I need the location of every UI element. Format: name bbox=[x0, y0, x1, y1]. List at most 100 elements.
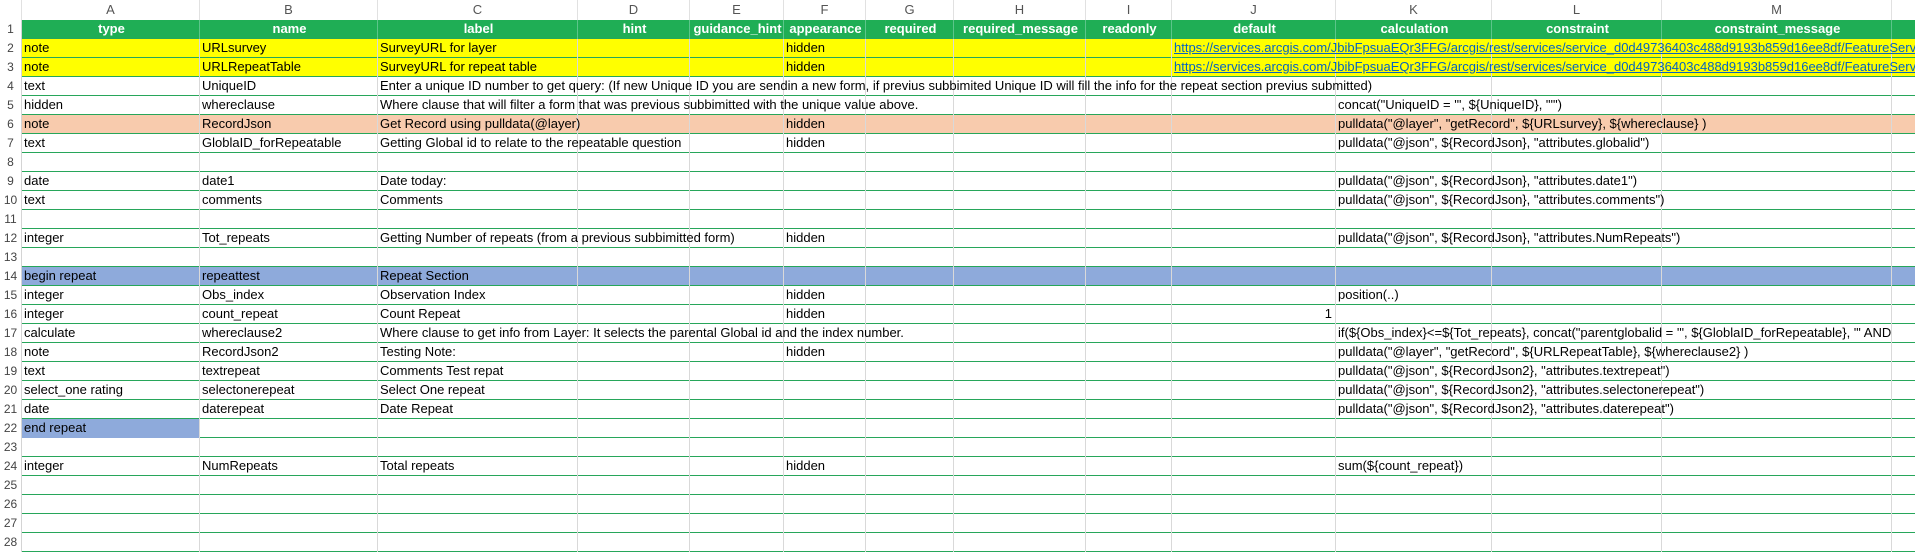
cell-f16[interactable]: hidden bbox=[784, 305, 866, 324]
cell-b8[interactable] bbox=[200, 153, 378, 172]
cell-m13[interactable] bbox=[1662, 248, 1892, 267]
cell-l15[interactable] bbox=[1492, 286, 1662, 305]
cell-m10[interactable] bbox=[1662, 191, 1892, 210]
cell-g19[interactable] bbox=[866, 362, 954, 381]
cell-m5[interactable] bbox=[1662, 96, 1892, 115]
cell-k15[interactable]: position(..) bbox=[1336, 286, 1492, 305]
cell-f27[interactable] bbox=[784, 514, 866, 533]
cell-h9[interactable] bbox=[954, 172, 1086, 191]
cell-b13[interactable] bbox=[200, 248, 378, 267]
cell-e8[interactable] bbox=[690, 153, 784, 172]
cell-m11[interactable] bbox=[1662, 210, 1892, 229]
cell-e26[interactable] bbox=[690, 495, 784, 514]
cell-k28[interactable] bbox=[1336, 533, 1492, 552]
row-number[interactable]: 20 bbox=[0, 381, 22, 400]
cell-e2[interactable] bbox=[690, 39, 784, 58]
header-cell-required[interactable]: required bbox=[866, 20, 954, 39]
cell-l14[interactable] bbox=[1492, 267, 1662, 286]
cell-a24[interactable]: integer bbox=[22, 457, 200, 476]
cell-e23[interactable] bbox=[690, 438, 784, 457]
cell-g24[interactable] bbox=[866, 457, 954, 476]
cell-i20[interactable] bbox=[1086, 381, 1172, 400]
cell-j6[interactable] bbox=[1172, 115, 1336, 134]
cell-e13[interactable] bbox=[690, 248, 784, 267]
cell-g27[interactable] bbox=[866, 514, 954, 533]
row-number[interactable]: 6 bbox=[0, 115, 22, 134]
header-cell-readonly[interactable]: readonly bbox=[1086, 20, 1172, 39]
cell-c17[interactable]: Where clause to get info from Layer: It … bbox=[378, 324, 904, 343]
cell-m19[interactable] bbox=[1662, 362, 1892, 381]
cell-j12[interactable] bbox=[1172, 229, 1336, 248]
cell-b12[interactable]: Tot_repeats bbox=[200, 229, 378, 248]
cell-f22[interactable] bbox=[784, 419, 866, 438]
cell-g8[interactable] bbox=[866, 153, 954, 172]
cell-j8[interactable] bbox=[1172, 153, 1336, 172]
header-cell-default[interactable]: default bbox=[1172, 20, 1336, 39]
cell-c25[interactable] bbox=[378, 476, 578, 495]
cell-m23[interactable] bbox=[1662, 438, 1892, 457]
cell-i16[interactable] bbox=[1086, 305, 1172, 324]
cell-d28[interactable] bbox=[578, 533, 690, 552]
row-number[interactable]: 2 bbox=[0, 39, 22, 58]
cell-l27[interactable] bbox=[1492, 514, 1662, 533]
cell-h28[interactable] bbox=[954, 533, 1086, 552]
cell-k19[interactable]: pulldata("@json", ${RecordJson2}, "attri… bbox=[1336, 362, 1670, 381]
cell-e24[interactable] bbox=[690, 457, 784, 476]
cell-i22[interactable] bbox=[1086, 419, 1172, 438]
cell-d19[interactable] bbox=[578, 362, 690, 381]
cell-d2[interactable] bbox=[578, 39, 690, 58]
cell-f11[interactable] bbox=[784, 210, 866, 229]
cell-g23[interactable] bbox=[866, 438, 954, 457]
cell-k25[interactable] bbox=[1336, 476, 1492, 495]
cell-g16[interactable] bbox=[866, 305, 954, 324]
cell-a6[interactable]: note bbox=[22, 115, 200, 134]
cell-m25[interactable] bbox=[1662, 476, 1892, 495]
cell-e27[interactable] bbox=[690, 514, 784, 533]
cell-l4[interactable] bbox=[1492, 77, 1662, 96]
cell-f6[interactable]: hidden bbox=[784, 115, 866, 134]
cell-h14[interactable] bbox=[954, 267, 1086, 286]
cell-a22[interactable]: end repeat bbox=[22, 419, 200, 438]
cell-n10[interactable] bbox=[1892, 191, 1915, 210]
cell-a17[interactable]: calculate bbox=[22, 324, 200, 343]
cell-h21[interactable] bbox=[954, 400, 1086, 419]
cell-n22[interactable] bbox=[1892, 419, 1915, 438]
cell-c28[interactable] bbox=[378, 533, 578, 552]
cell-c14[interactable]: Repeat Section bbox=[378, 267, 578, 286]
cell-a27[interactable] bbox=[22, 514, 200, 533]
row-number[interactable]: 16 bbox=[0, 305, 22, 324]
cell-g12[interactable] bbox=[866, 229, 954, 248]
cell-i24[interactable] bbox=[1086, 457, 1172, 476]
cell-j11[interactable] bbox=[1172, 210, 1336, 229]
cell-b23[interactable] bbox=[200, 438, 378, 457]
cell-h19[interactable] bbox=[954, 362, 1086, 381]
cell-b3[interactable]: URLRepeatTable bbox=[200, 58, 378, 77]
cell-j25[interactable] bbox=[1172, 476, 1336, 495]
cell-a4[interactable]: text bbox=[22, 77, 200, 96]
cell-i8[interactable] bbox=[1086, 153, 1172, 172]
cell-l16[interactable] bbox=[1492, 305, 1662, 324]
cell-e20[interactable] bbox=[690, 381, 784, 400]
cell-h27[interactable] bbox=[954, 514, 1086, 533]
column-header-n[interactable]: N bbox=[1892, 0, 1915, 20]
cell-j21[interactable] bbox=[1172, 400, 1336, 419]
cell-n28[interactable] bbox=[1892, 533, 1915, 552]
cell-k9[interactable]: pulldata("@json", ${RecordJson}, "attrib… bbox=[1336, 172, 1637, 191]
hyperlink[interactable]: https://services.arcgis.com/JbibFpsuaEQr… bbox=[1174, 59, 1915, 74]
cell-i26[interactable] bbox=[1086, 495, 1172, 514]
cell-i27[interactable] bbox=[1086, 514, 1172, 533]
cell-d26[interactable] bbox=[578, 495, 690, 514]
cell-e28[interactable] bbox=[690, 533, 784, 552]
cell-d25[interactable] bbox=[578, 476, 690, 495]
header-cell-label[interactable]: label bbox=[378, 20, 578, 39]
cell-a10[interactable]: text bbox=[22, 191, 200, 210]
cell-m14[interactable] bbox=[1662, 267, 1892, 286]
cell-c24[interactable]: Total repeats bbox=[378, 457, 578, 476]
cell-b18[interactable]: RecordJson2 bbox=[200, 343, 378, 362]
cell-b28[interactable] bbox=[200, 533, 378, 552]
cell-g10[interactable] bbox=[866, 191, 954, 210]
cell-m21[interactable] bbox=[1662, 400, 1892, 419]
cell-d15[interactable] bbox=[578, 286, 690, 305]
cell-b4[interactable]: UniqueID bbox=[200, 77, 378, 96]
column-header-c[interactable]: C bbox=[378, 0, 578, 20]
